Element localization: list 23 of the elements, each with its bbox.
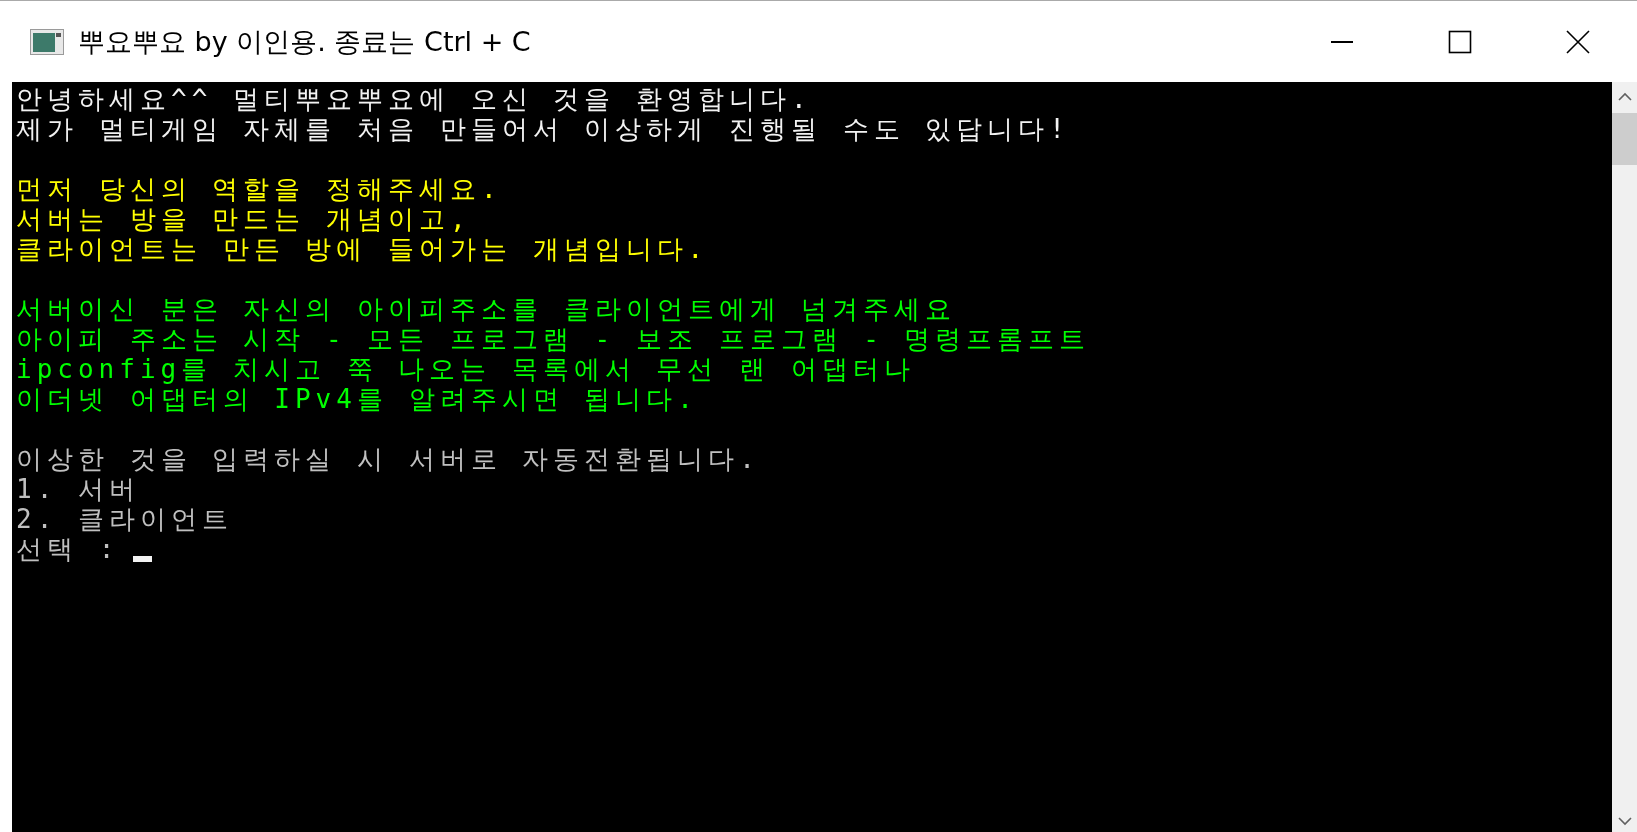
text-cursor	[133, 556, 153, 562]
window-title: 뿌요뿌요 by 이인용. 종료는 Ctrl + C	[78, 24, 531, 59]
console-line: 이더넷 어댑터의 IPv4를 알려주시면 됩니다.	[16, 384, 699, 414]
close-icon	[1566, 29, 1590, 54]
scroll-up-icon[interactable]	[1617, 92, 1632, 101]
scrollbar[interactable]	[1612, 82, 1637, 832]
console-line: 클라이언트는 만든 방에 들어가는 개념입니다.	[16, 234, 710, 264]
input-prompt: 선택 :	[16, 534, 120, 564]
scrollbar-thumb[interactable]	[1612, 113, 1637, 165]
console-app-icon	[30, 28, 64, 55]
console-line: 아이피 주소는 시작 - 모든 프로그램 - 보조 프로그램 - 명령프롬프트	[16, 324, 1092, 354]
console-line: 서버이신 분은 자신의 아이피주소를 클라이언트에게 넘겨주세요	[16, 294, 958, 324]
console-line: 안녕하세요^^ 멀티뿌요뿌요에 오신 것을 환영합니다.	[16, 84, 813, 114]
console-line: 이상한 것을 입력하실 시 서버로 자동전환됩니다.	[16, 444, 761, 474]
console-line: 먼저 당신의 역할을 정해주세요.	[16, 174, 503, 204]
console-line: 1. 서버	[16, 474, 141, 504]
maximize-icon	[1448, 29, 1472, 54]
console-line: 2. 클라이언트	[16, 504, 234, 534]
console-line: 서버는 방을 만드는 개념이고,	[16, 204, 472, 234]
minimize-icon	[1330, 40, 1354, 43]
console-line: 제가 멀티게임 자체를 처음 만들어서 이상하게 진행될 수도 있답니다!	[16, 114, 1071, 144]
console-line: ipconfig를 치시고 쭉 나오는 목록에서 무선 랜 어댑터나	[16, 354, 916, 384]
scroll-down-icon[interactable]	[1617, 817, 1632, 826]
